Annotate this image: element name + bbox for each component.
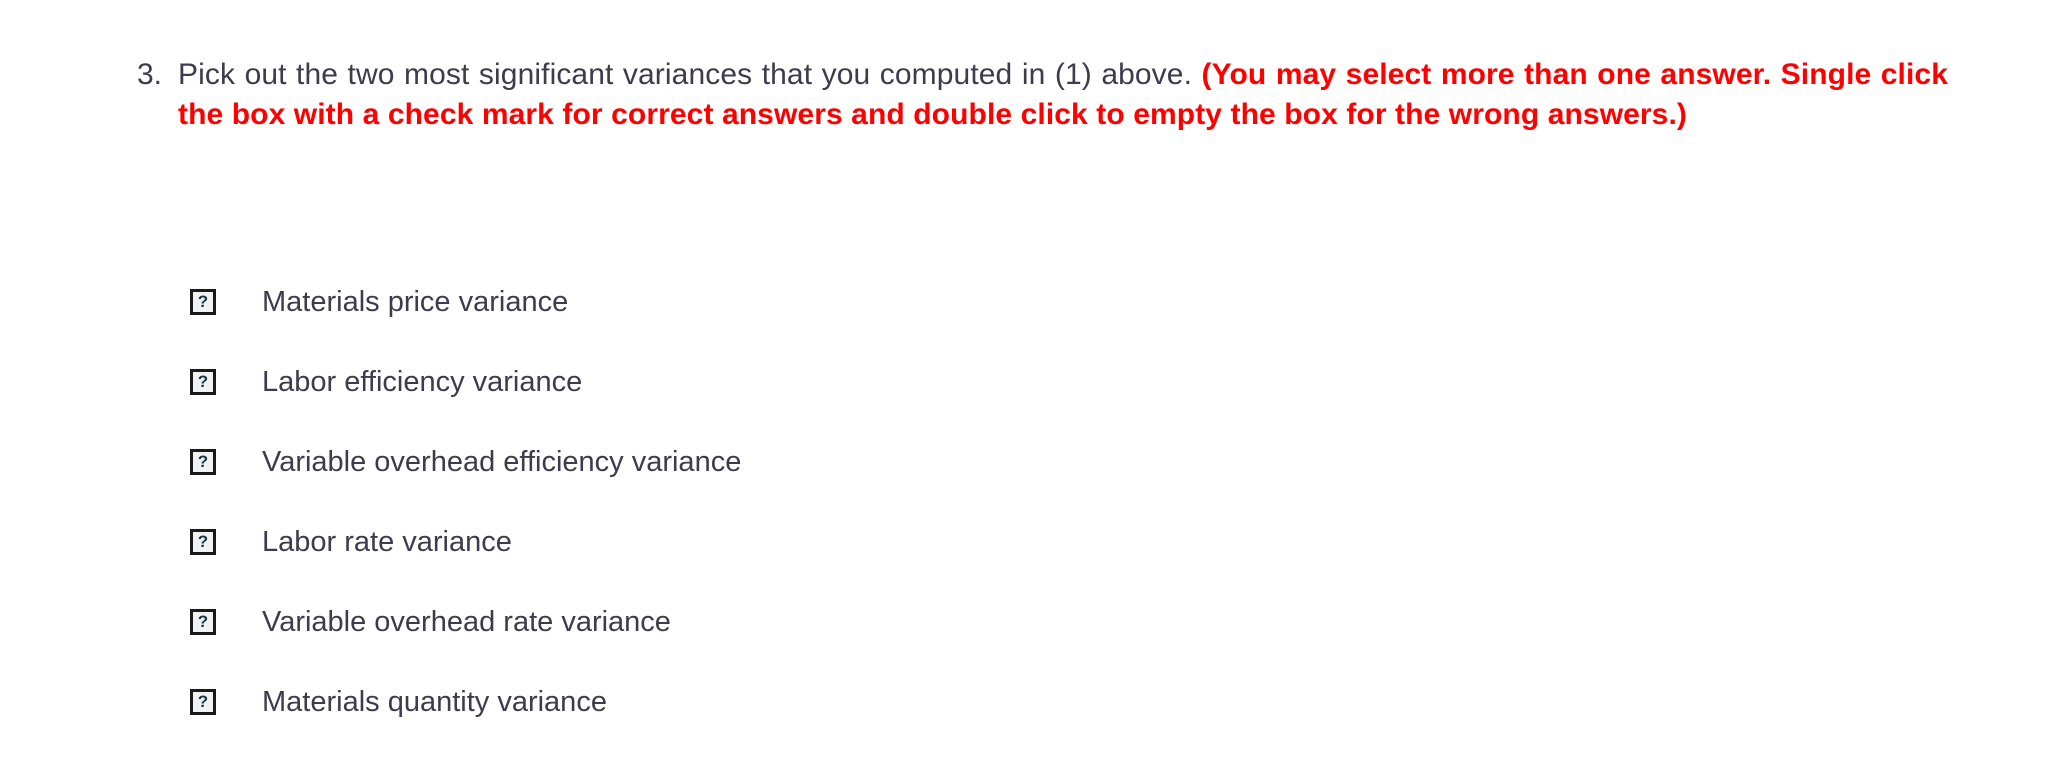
option-label[interactable]: Variable overhead efficiency variance xyxy=(262,445,741,479)
option-row[interactable]: ? Materials price variance xyxy=(190,262,1390,342)
broken-image-icon[interactable]: ? xyxy=(190,529,216,555)
question-page: 3. Pick out the two most significant var… xyxy=(0,0,2046,761)
question-mark-glyph: ? xyxy=(197,451,209,471)
broken-image-icon[interactable]: ? xyxy=(190,449,216,475)
question-mark-glyph: ? xyxy=(197,531,209,551)
question-mark-glyph: ? xyxy=(197,371,209,391)
option-row[interactable]: ? Variable overhead rate variance xyxy=(190,582,1390,662)
question-number: 3. xyxy=(136,58,162,91)
question-mark-glyph: ? xyxy=(197,611,209,631)
question-mark-glyph: ? xyxy=(197,291,209,311)
broken-image-icon[interactable]: ? xyxy=(190,289,216,315)
option-label[interactable]: Variable overhead rate variance xyxy=(262,605,671,639)
option-label[interactable]: Labor efficiency variance xyxy=(262,365,582,399)
question-prompt: Pick out the two most significant varian… xyxy=(178,58,1193,91)
option-label[interactable]: Materials quantity variance xyxy=(262,685,607,719)
options-list: ? Materials price variance ? Labor effic… xyxy=(190,262,1390,742)
option-label[interactable]: Materials price variance xyxy=(262,285,568,319)
option-label[interactable]: Labor rate variance xyxy=(262,525,512,559)
broken-image-icon[interactable]: ? xyxy=(190,609,216,635)
question-block: 3. Pick out the two most significant var… xyxy=(118,55,1948,135)
broken-image-icon[interactable]: ? xyxy=(190,689,216,715)
broken-image-icon[interactable]: ? xyxy=(190,369,216,395)
option-row[interactable]: ? Labor efficiency variance xyxy=(190,342,1390,422)
option-row[interactable]: ? Labor rate variance xyxy=(190,502,1390,582)
option-row[interactable]: ? Materials quantity variance xyxy=(190,662,1390,742)
question-mark-glyph: ? xyxy=(197,691,209,711)
option-row[interactable]: ? Variable overhead efficiency variance xyxy=(190,422,1390,502)
question-text: Pick out the two most significant varian… xyxy=(178,55,1948,135)
